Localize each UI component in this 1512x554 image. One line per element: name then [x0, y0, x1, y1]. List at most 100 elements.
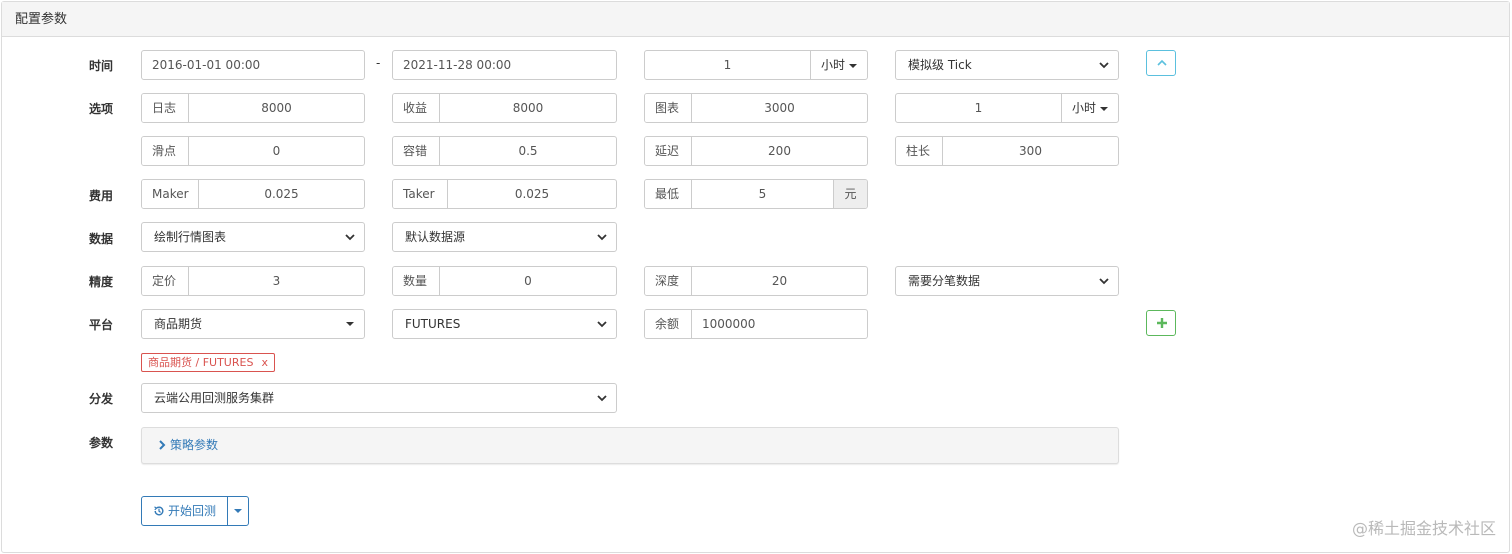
start-time-input[interactable]: 2016-01-01 00:00	[141, 50, 365, 80]
amount-precision-addon: 数量	[393, 267, 440, 295]
tolerance-input[interactable]: 0.5	[440, 137, 616, 165]
slippage-addon: 滑点	[142, 137, 189, 165]
chart-mode-value: 绘制行情图表	[154, 230, 227, 244]
mode-select-value: 模拟级 Tick	[908, 58, 972, 72]
add-platform-button[interactable]	[1146, 310, 1176, 336]
profit-addon: 收益	[393, 94, 440, 122]
label-options: 选项	[89, 102, 114, 116]
start-backtest-dropdown[interactable]	[227, 496, 249, 526]
price-precision-input-group: 定价 3	[141, 266, 365, 296]
amount-precision-input-group: 数量 0	[392, 266, 617, 296]
period-unit-label: 小时	[820, 58, 845, 72]
depth-addon: 深度	[645, 267, 692, 295]
end-time-value: 2021-11-28 00:00	[403, 58, 512, 72]
chart-input-group: 图表 3000	[644, 93, 868, 123]
label-data: 数据	[89, 232, 114, 246]
period-input-group: 1 小时	[644, 50, 868, 80]
strategy-params-panel: 策略参数	[141, 427, 1119, 464]
platform-tag: 商品期货 / FUTURES x	[141, 353, 275, 372]
start-time-value: 2016-01-01 00:00	[152, 58, 261, 72]
taker-addon: Taker	[393, 180, 448, 208]
label-platform: 平台	[89, 318, 114, 332]
kline-unit-dropdown[interactable]: 小时	[1061, 94, 1118, 122]
price-precision-addon: 定价	[142, 267, 189, 295]
start-backtest-button[interactable]: 开始回测	[141, 496, 228, 526]
log-addon: 日志	[142, 94, 189, 122]
kline-value-input[interactable]: 1	[896, 94, 1061, 122]
profit-input[interactable]: 8000	[440, 94, 616, 122]
balance-input[interactable]: 1000000	[692, 310, 867, 338]
slippage-input[interactable]: 0	[189, 137, 364, 165]
chevron-down-icon	[345, 234, 355, 241]
tolerance-input-group: 容错 0.5	[392, 136, 617, 166]
maker-addon: Maker	[142, 180, 199, 208]
min-fee-input[interactable]: 5	[692, 180, 833, 208]
remove-platform-tag-button[interactable]: x	[261, 356, 268, 369]
dispatch-cluster-select[interactable]: 云端公用回测服务集群	[141, 383, 617, 413]
min-fee-input-group: 最低 5 元	[644, 179, 868, 209]
chevron-right-icon	[159, 440, 166, 450]
collapse-button[interactable]	[1146, 50, 1176, 76]
exchange-value: 商品期货	[154, 317, 203, 331]
delay-input[interactable]: 200	[692, 137, 867, 165]
end-time-input[interactable]: 2021-11-28 00:00	[392, 50, 617, 80]
slippage-input-group: 滑点 0	[141, 136, 365, 166]
contract-select[interactable]: FUTURES	[392, 309, 617, 339]
chevron-down-icon	[597, 395, 607, 402]
label-time: 时间	[89, 59, 114, 73]
watermark: @稀土掘金技术社区	[1351, 519, 1496, 538]
label-params: 参数	[89, 436, 114, 450]
chart-mode-select[interactable]: 绘制行情图表	[141, 222, 365, 252]
price-precision-input[interactable]: 3	[189, 267, 364, 295]
plus-icon	[1157, 318, 1167, 328]
strategy-params-label: 策略参数	[170, 438, 219, 452]
mode-select[interactable]: 模拟级 Tick	[895, 50, 1119, 80]
period-value-input[interactable]: 1	[645, 51, 810, 79]
exchange-dropdown[interactable]: 商品期货	[141, 309, 365, 339]
bar-length-input[interactable]: 300	[943, 137, 1118, 165]
depth-input-group: 深度 20	[644, 266, 868, 296]
chevron-up-icon	[1157, 59, 1167, 66]
log-input[interactable]: 8000	[189, 94, 364, 122]
data-source-select[interactable]: 默认数据源	[392, 222, 617, 252]
caret-down-icon	[1100, 106, 1108, 111]
taker-input[interactable]: 0.025	[448, 180, 616, 208]
history-icon	[154, 506, 164, 516]
caret-down-icon	[849, 63, 857, 68]
start-backtest-label: 开始回测	[167, 504, 216, 518]
min-fee-addon: 最低	[645, 180, 692, 208]
contract-value: FUTURES	[405, 317, 461, 331]
label-precision: 精度	[89, 275, 114, 289]
chevron-down-icon	[597, 234, 607, 241]
label-fees: 费用	[89, 189, 114, 203]
data-source-value: 默认数据源	[405, 230, 466, 244]
min-fee-unit: 元	[833, 180, 867, 208]
period-unit-dropdown[interactable]: 小时	[810, 51, 867, 79]
maker-input[interactable]: 0.025	[199, 180, 364, 208]
chart-addon: 图表	[645, 94, 692, 122]
delay-input-group: 延迟 200	[644, 136, 868, 166]
chevron-down-icon	[1099, 62, 1109, 69]
kline-unit-label: 小时	[1071, 101, 1096, 115]
trades-data-value: 需要分笔数据	[908, 274, 981, 288]
log-input-group: 日志 8000	[141, 93, 365, 123]
chevron-down-icon	[1099, 278, 1109, 285]
balance-addon: 余额	[645, 310, 692, 338]
depth-input[interactable]: 20	[692, 267, 867, 295]
label-dispatch: 分发	[89, 392, 114, 406]
platform-tag-label: 商品期货 / FUTURES	[148, 356, 254, 369]
chevron-down-icon	[597, 321, 607, 328]
profit-input-group: 收益 8000	[392, 93, 617, 123]
maker-input-group: Maker 0.025	[141, 179, 365, 209]
panel-title: 配置参数	[2, 2, 1509, 37]
strategy-params-toggle[interactable]: 策略参数	[158, 428, 218, 463]
tolerance-addon: 容错	[393, 137, 440, 165]
delay-addon: 延迟	[645, 137, 692, 165]
taker-input-group: Taker 0.025	[392, 179, 617, 209]
trades-data-select[interactable]: 需要分笔数据	[895, 266, 1119, 296]
balance-input-group: 余额 1000000	[644, 309, 868, 339]
amount-precision-input[interactable]: 0	[440, 267, 616, 295]
chart-input[interactable]: 3000	[692, 94, 867, 122]
dispatch-cluster-value: 云端公用回测服务集群	[154, 391, 275, 405]
bar-length-addon: 柱长	[896, 137, 943, 165]
